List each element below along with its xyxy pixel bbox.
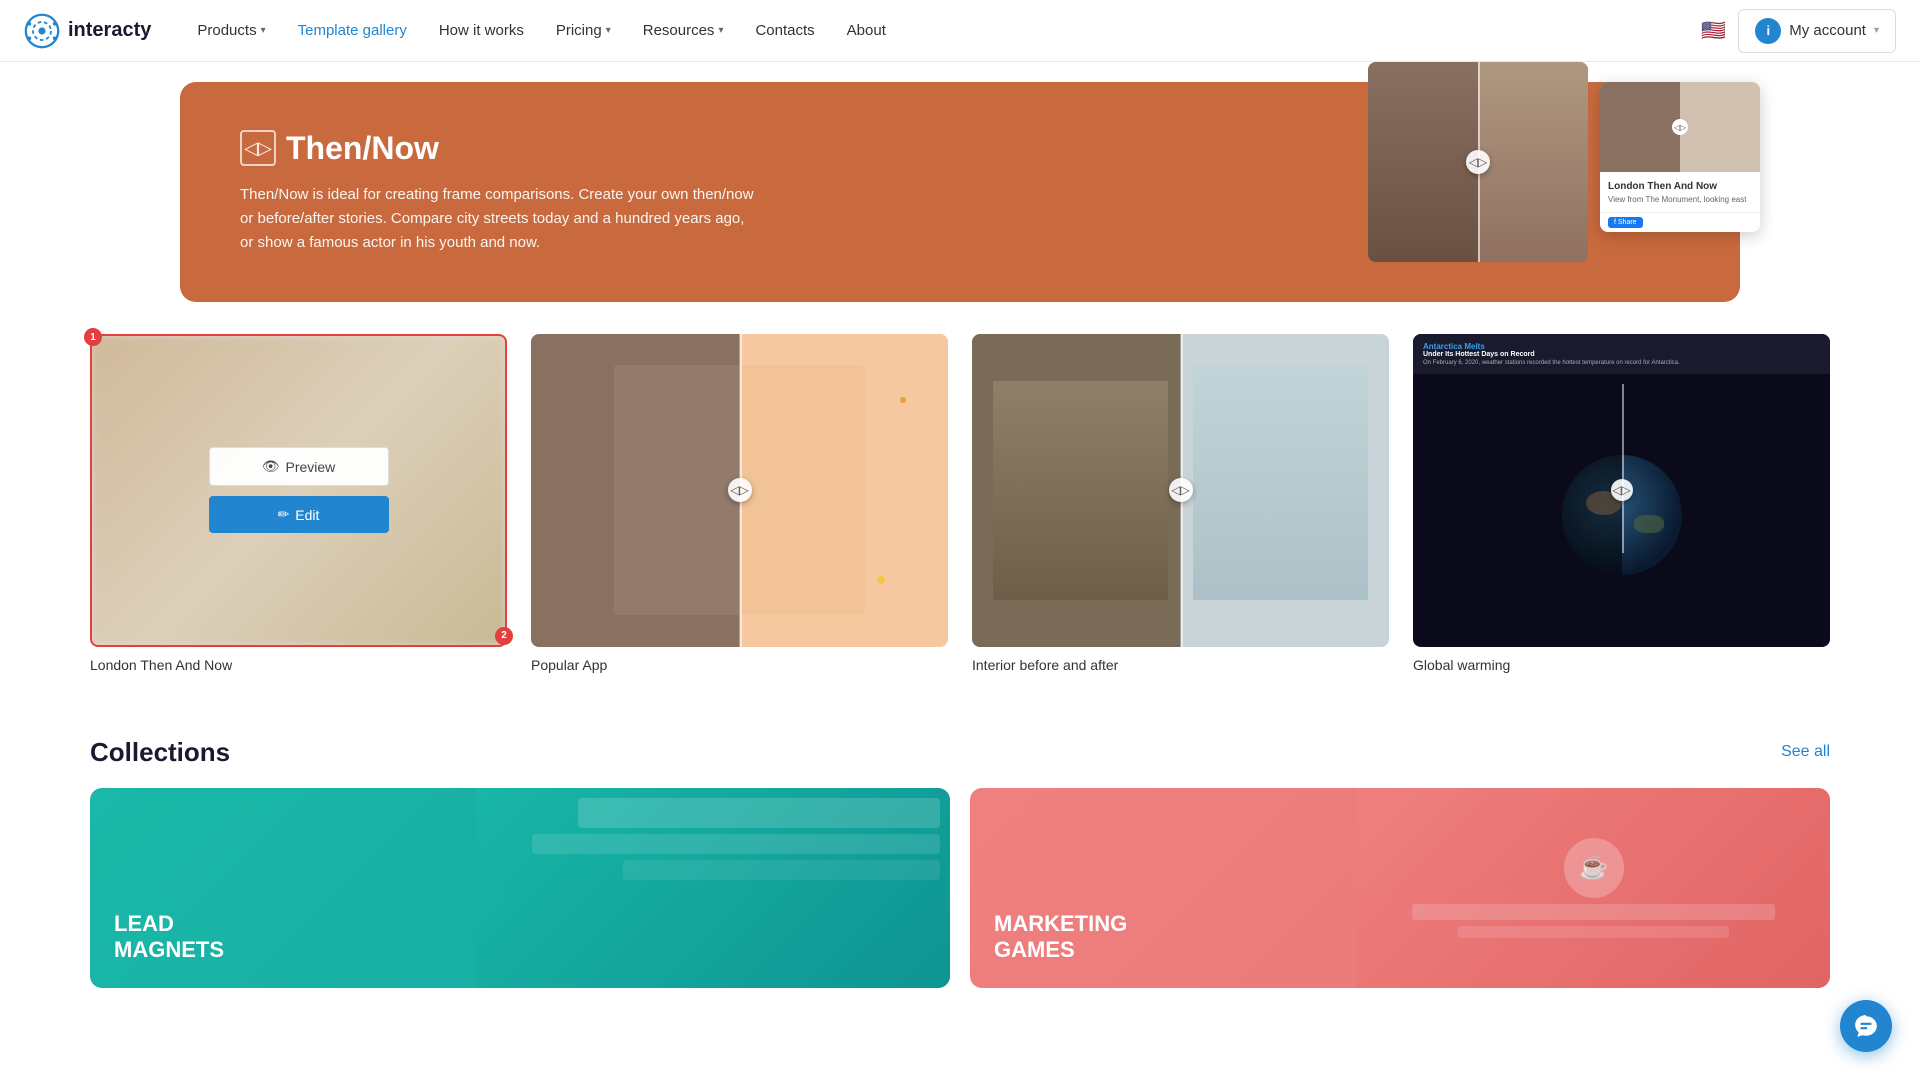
nav-contacts[interactable]: Contacts: [741, 14, 828, 47]
hero-main-image: ◁▷: [1368, 62, 1588, 262]
template-thumb-global-warming: Antarctica Melts Under Its Hottest Days …: [1413, 334, 1830, 647]
nav-resources[interactable]: Resources ▾: [629, 14, 738, 47]
template-thumb-london: 👁 Preview ✏ Edit: [90, 334, 507, 647]
split-handle-icon: ◁▷: [1611, 479, 1633, 501]
template-thumb-popular-app: ◁▷: [531, 334, 948, 647]
template-card-interior[interactable]: ◁▷ Interior before and after: [972, 334, 1389, 673]
chevron-down-icon: ▾: [606, 25, 611, 36]
collections-section: Collections See all LEADMAGNETS: [0, 705, 1920, 1020]
collection-label-marketing-games: MARKETINGGAMES: [994, 911, 1127, 964]
article-card-title: London Then And Now: [1608, 180, 1752, 193]
template-card-london[interactable]: 1 👁 Preview ✏ Edit: [90, 334, 507, 673]
collection-card-marketing-games[interactable]: ☕ MARKETINGGAMES: [970, 788, 1830, 988]
split-icon: ◁▷: [240, 130, 276, 166]
article-card-subtitle: View from The Monument, looking east: [1608, 195, 1752, 204]
chat-fab[interactable]: [1840, 1000, 1892, 1052]
template-grid: 1 👁 Preview ✏ Edit: [90, 334, 1830, 673]
chevron-down-icon: ▾: [261, 25, 266, 36]
template-grid-section: 1 👁 Preview ✏ Edit: [0, 302, 1920, 705]
collection-card-lead-magnets[interactable]: LEADMAGNETS: [90, 788, 950, 988]
eye-icon: 👁: [262, 458, 280, 475]
hero-description: Then/Now is ideal for creating frame com…: [240, 183, 760, 255]
logo-text: interacty: [68, 19, 151, 42]
badge-1: 1: [84, 328, 102, 346]
template-label-popular-app: Popular App: [531, 657, 948, 673]
language-flag[interactable]: 🇺🇸: [1701, 18, 1726, 43]
earth-subheadline: Under Its Hottest Days on Record: [1423, 351, 1820, 358]
account-icon: i: [1755, 18, 1781, 44]
chevron-down-icon: ▾: [718, 25, 723, 36]
collections-header: Collections See all: [90, 737, 1830, 768]
nav-right: 🇺🇸 i My account ▾: [1701, 9, 1896, 53]
main-content: ◁▷ Then/Now Then/Now is ideal for creati…: [0, 62, 1920, 1020]
share-button[interactable]: f Share: [1608, 217, 1643, 228]
nav-how-it-works[interactable]: How it works: [425, 14, 538, 47]
earth-headline: Antarctica Melts: [1423, 342, 1820, 351]
logo[interactable]: interacty: [24, 13, 151, 49]
chevron-down-icon: ▾: [1874, 25, 1879, 36]
hero-banner: ◁▷ Then/Now Then/Now is ideal for creati…: [180, 82, 1740, 302]
nav-links: Products ▾ Template gallery How it works…: [183, 14, 1701, 47]
pencil-icon: ✏: [278, 506, 290, 523]
template-card-popular-app[interactable]: ◁▷ Popular App: [531, 334, 948, 673]
collections-title: Collections: [90, 737, 230, 768]
hero-article-card: ◁▷ London Then And Now View from The Mon…: [1600, 82, 1760, 232]
badge-2: 2: [495, 627, 513, 645]
template-label-london: London Then And Now: [90, 657, 507, 673]
hero-title: Then/Now: [286, 130, 439, 167]
edit-button[interactable]: ✏ Edit: [209, 496, 389, 533]
nav-pricing[interactable]: Pricing ▾: [542, 14, 625, 47]
hero-right: ◁▷ ◁▷ London Then And Now View from The …: [1368, 62, 1760, 262]
earth-date: On February 6, 2020, weather stations re…: [1423, 360, 1820, 366]
template-overlay: 👁 Preview ✏ Edit: [90, 334, 507, 647]
nav-template-gallery[interactable]: Template gallery: [284, 14, 421, 47]
template-card-global-warming[interactable]: Antarctica Melts Under Its Hottest Days …: [1413, 334, 1830, 673]
split-handle-icon: ◁▷: [1466, 150, 1490, 174]
split-handle-icon: ◁▷: [1169, 478, 1193, 502]
nav-about[interactable]: About: [833, 14, 900, 47]
earth-card-header: Antarctica Melts Under Its Hottest Days …: [1413, 334, 1830, 374]
see-all-link[interactable]: See all: [1781, 743, 1830, 761]
template-thumb-interior: ◁▷: [972, 334, 1389, 647]
template-label-interior: Interior before and after: [972, 657, 1389, 673]
preview-button[interactable]: 👁 Preview: [209, 447, 389, 486]
my-account-button[interactable]: i My account ▾: [1738, 9, 1896, 53]
collection-label-lead-magnets: LEADMAGNETS: [114, 911, 224, 964]
template-label-global-warming: Global warming: [1413, 657, 1830, 673]
split-handle-icon: ◁▷: [728, 478, 752, 502]
navbar: interacty Products ▾ Template gallery Ho…: [0, 0, 1920, 62]
collections-grid: LEADMAGNETS ☕ MARKETINGGAMES: [90, 788, 1830, 988]
nav-products[interactable]: Products ▾: [183, 14, 279, 47]
article-split-handle: ◁▷: [1672, 119, 1688, 135]
